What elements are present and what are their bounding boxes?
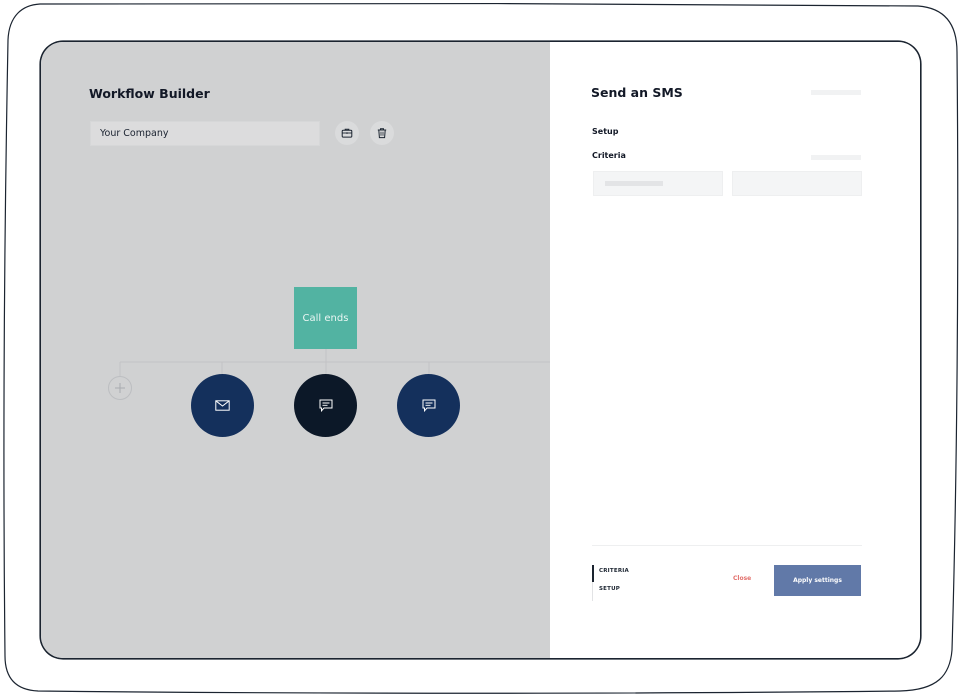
criteria-field-right[interactable] <box>732 171 862 196</box>
chat-icon <box>319 399 332 412</box>
panel-title: Send an SMS <box>591 85 683 100</box>
criteria-section-label: Criteria <box>592 151 626 160</box>
chat-icon <box>422 399 435 412</box>
trigger-node[interactable]: Call ends <box>294 287 357 349</box>
workflow-connectors <box>119 349 550 376</box>
add-step-button[interactable] <box>108 376 132 400</box>
sms-action-node-selected[interactable] <box>294 374 357 437</box>
footer-divider <box>592 545 862 546</box>
criteria-placeholder-bar <box>811 155 861 160</box>
criteria-field-left[interactable] <box>593 171 723 196</box>
tab-setup[interactable]: SETUP <box>599 586 620 592</box>
setup-section-label: Setup <box>592 127 619 136</box>
email-action-node[interactable] <box>191 374 254 437</box>
apply-settings-button[interactable]: Apply settings <box>774 565 861 596</box>
workflow-canvas[interactable]: Workflow Builder Your Company Call ends <box>41 42 550 658</box>
title-placeholder-bar <box>811 90 861 95</box>
field-placeholder-bar <box>605 181 663 186</box>
tab-criteria[interactable]: CRITERIA <box>599 568 629 574</box>
active-tab-indicator <box>592 565 594 582</box>
plus-icon <box>115 383 125 393</box>
sms-action-node[interactable] <box>397 374 460 437</box>
close-button[interactable]: Close <box>733 575 751 582</box>
settings-panel: Send an SMS Setup Criteria CRITERIA SETU… <box>550 42 920 658</box>
app-window: Workflow Builder Your Company Call ends <box>41 42 920 658</box>
mail-icon <box>215 400 230 411</box>
